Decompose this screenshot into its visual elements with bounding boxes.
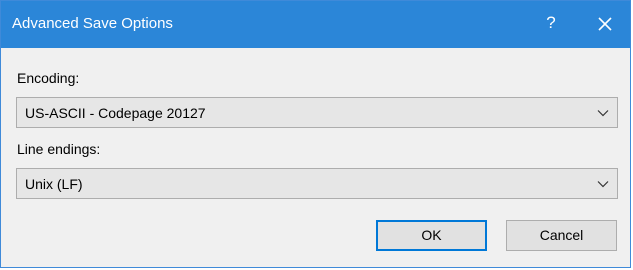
dialog-title: Advanced Save Options xyxy=(12,15,173,32)
chevron-down-icon xyxy=(597,179,609,189)
close-icon xyxy=(598,17,612,31)
encoding-label: Encoding: xyxy=(17,70,80,86)
line-endings-select[interactable]: Unix (LF) xyxy=(16,168,618,199)
encoding-selected-value: US-ASCII - Codepage 20127 xyxy=(25,105,206,121)
help-button[interactable]: ? xyxy=(540,11,562,35)
title-bar: Advanced Save Options ? xyxy=(1,1,630,48)
line-endings-selected-value: Unix (LF) xyxy=(25,176,83,192)
line-endings-label: Line endings: xyxy=(17,141,101,157)
ok-button[interactable]: OK xyxy=(376,220,487,251)
cancel-button[interactable]: Cancel xyxy=(506,220,617,251)
advanced-save-options-dialog: Advanced Save Options ? Encoding: US-ASC… xyxy=(0,0,631,268)
encoding-select[interactable]: US-ASCII - Codepage 20127 xyxy=(16,97,618,128)
chevron-down-icon xyxy=(597,108,609,118)
dialog-body: Encoding: US-ASCII - Codepage 20127 Line… xyxy=(1,48,630,267)
close-button[interactable] xyxy=(592,11,618,37)
